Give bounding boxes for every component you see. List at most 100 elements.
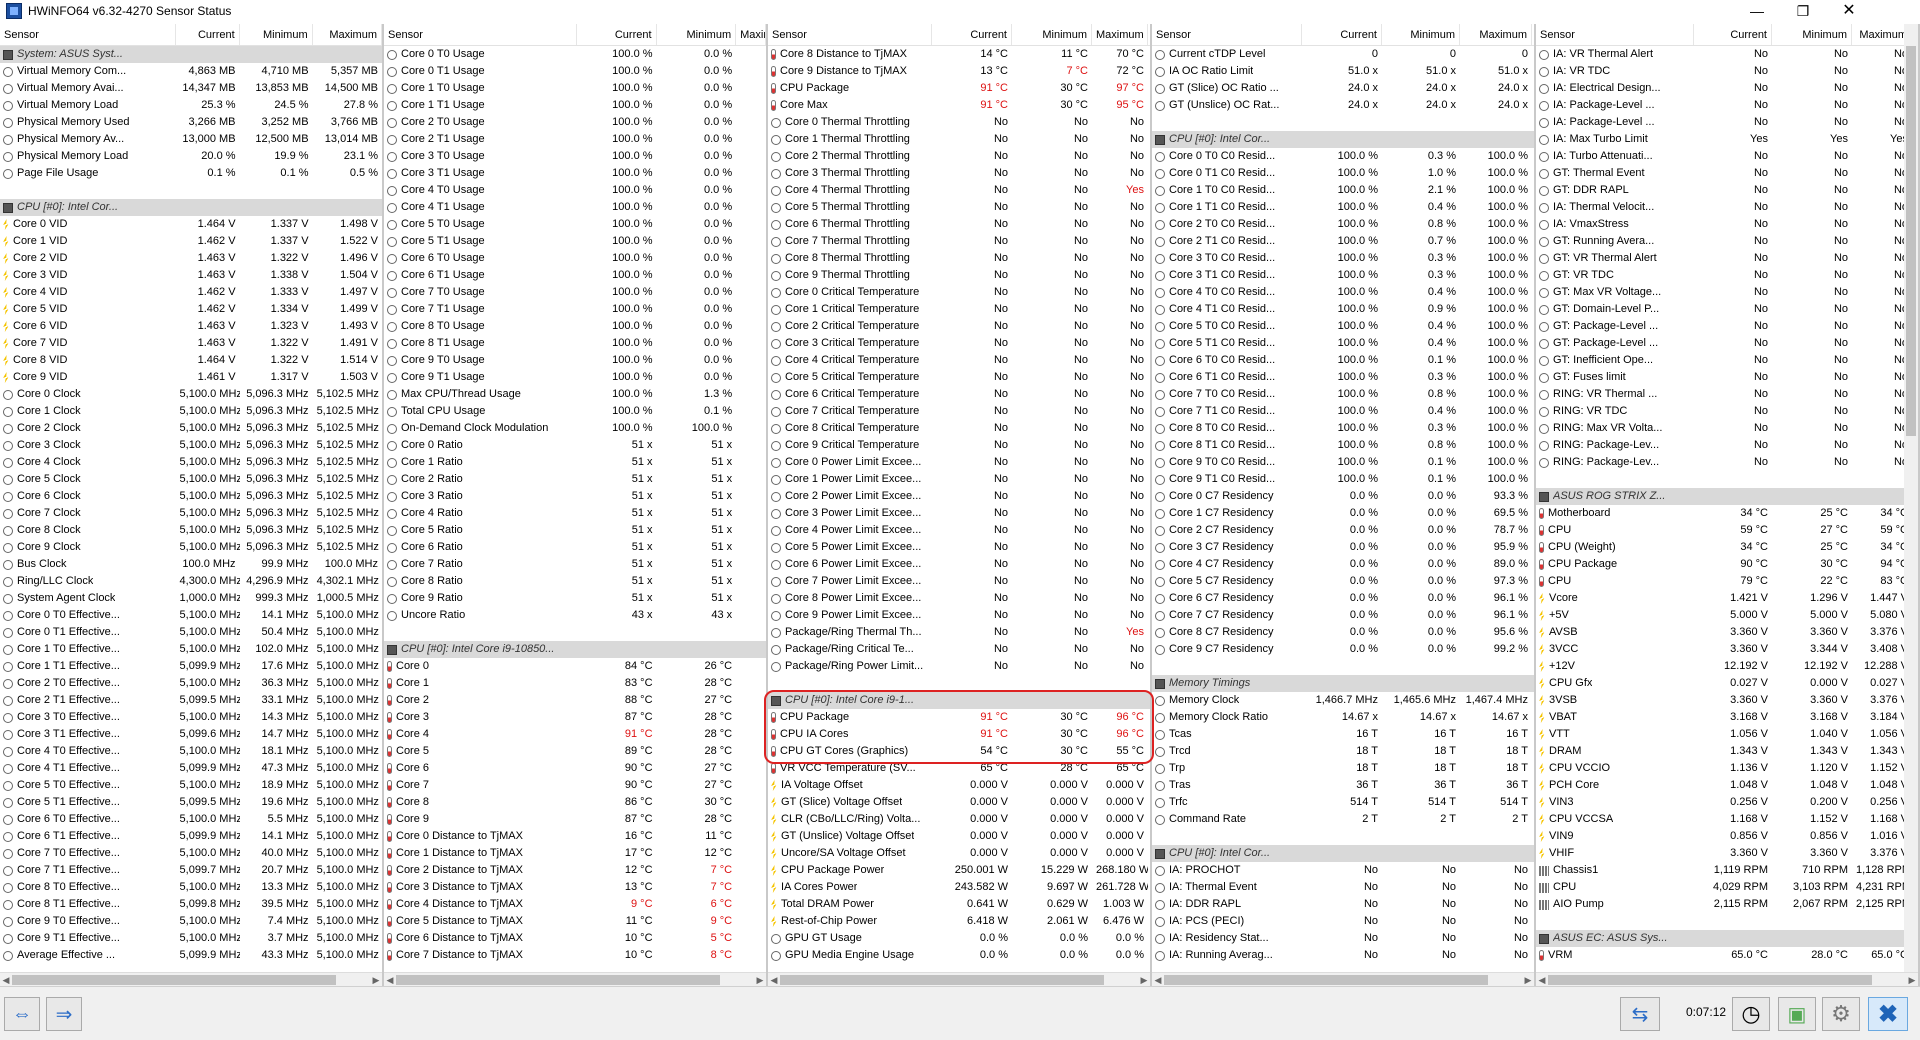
sensor-row[interactable]: Core 7 Clock 5,100.0 MHz 5,096.3 MHz 5,102.…: [0, 505, 382, 522]
sensor-row[interactable]: Core 3 T0 Usage 100.0 % 0.0 %: [384, 148, 766, 165]
sensor-row[interactable]: IA: Thermal Velocit... No No No: [1536, 199, 1918, 216]
sensor-row[interactable]: Core 9 T1 Effective... 5,100.0 MHz 3.7 MHz…: [0, 930, 382, 947]
sensor-row[interactable]: Core 9 87 °C 28 °C: [384, 811, 766, 828]
sensor-row[interactable]: CLR (CBo/LLC/Ring) Volta... 0.000 V 0.000 …: [768, 811, 1150, 828]
sensor-row[interactable]: Core 9 C7 Residency 0.0 % 0.0 % 99.2 %: [1152, 641, 1534, 658]
sensor-row[interactable]: IA Cores Power 243.582 W 9.697 W 261.728 W: [768, 879, 1150, 896]
sensor-row[interactable]: Core 5 T1 C0 Resid... 100.0 % 0.4 % 100.0 %: [1152, 335, 1534, 352]
sensor-row[interactable]: Core 3 Critical Temperature No No No: [768, 335, 1150, 352]
sensor-row[interactable]: Core 4 T1 Usage 100.0 % 0.0 %: [384, 199, 766, 216]
sensor-row[interactable]: CPU VCCIO 1.136 V 1.120 V 1.152 V: [1536, 760, 1918, 777]
sensor-row[interactable]: Core 2 Ratio 51 x 51 x: [384, 471, 766, 488]
sensor-row[interactable]: GT: Domain-Level P... No No No: [1536, 301, 1918, 318]
sensor-row[interactable]: Core 7 T0 C0 Resid... 100.0 % 0.8 % 100.0 %: [1152, 386, 1534, 403]
sensor-row[interactable]: Core 8 C7 Residency 0.0 % 0.0 % 95.6 %: [1152, 624, 1534, 641]
sensor-row[interactable]: Command Rate 2 T2 T2 T: [1152, 811, 1534, 828]
sensor-row[interactable]: RING: VR TDC No No No: [1536, 403, 1918, 420]
minimize-button[interactable]: —: [1734, 0, 1780, 22]
column-header-current[interactable]: Current: [932, 24, 1012, 45]
sensor-row[interactable]: Total DRAM Power 0.641 W 0.629 W 1.003 W: [768, 896, 1150, 913]
sensor-row[interactable]: Core 2 Power Limit Excee... No No No: [768, 488, 1150, 505]
sensor-row[interactable]: GPU GT Usage 0.0 % 0.0 % 0.0 %: [768, 930, 1150, 947]
sensor-row[interactable]: Core 3 87 °C 28 °C: [384, 709, 766, 726]
sensor-row[interactable]: Core 3 VID 1.463 V 1.338 V 1.504 V: [0, 267, 382, 284]
column-header-sensor[interactable]: Sensor: [1536, 24, 1694, 45]
sensor-row[interactable]: Core 4 T1 C0 Resid... 100.0 % 0.9 % 100.0 %: [1152, 301, 1534, 318]
sensor-row[interactable]: Core 8 Critical Temperature No No No: [768, 420, 1150, 437]
sensor-group-header[interactable]: CPU [#0]: Intel Cor...: [1152, 845, 1534, 862]
sensor-group-header[interactable]: Memory Timings: [1152, 675, 1534, 692]
sensor-row[interactable]: Package/Ring Thermal Th... No No Yes: [768, 624, 1150, 641]
horizontal-scrollbar[interactable]: ◀ ▶: [1536, 972, 1918, 986]
sensor-row[interactable]: Core 6 Critical Temperature No No No: [768, 386, 1150, 403]
sensor-row[interactable]: Core 4 Ratio 51 x 51 x: [384, 505, 766, 522]
sensor-row[interactable]: GT: Package-Level ... No No No: [1536, 335, 1918, 352]
sensor-row[interactable]: +5V 5.000 V 5.000 V 5.080 V: [1536, 607, 1918, 624]
scrollbar-thumb[interactable]: [12, 975, 336, 985]
sensor-row[interactable]: Vcore 1.421 V 1.296 V 1.447 V: [1536, 590, 1918, 607]
sensor-row[interactable]: Core 2 T0 Effective... 5,100.0 MHz 36.3 MH…: [0, 675, 382, 692]
sensor-row[interactable]: Physical Memory Load 20.0 % 19.9 % 23.1 %: [0, 148, 382, 165]
sensor-row[interactable]: Core 0 T0 C0 Resid... 100.0 % 0.3 % 100.0 %: [1152, 148, 1534, 165]
sensor-row[interactable]: Core 4 Distance to TjMAX 9 °C 6 °C: [384, 896, 766, 913]
sensor-row[interactable]: Trcd 18 T 18 T 18 T: [1152, 743, 1534, 760]
sensor-row[interactable]: Memory Clock Ratio 14.67 x 14.67 x 14.67 x: [1152, 709, 1534, 726]
sensor-row[interactable]: Core 6 T0 Usage 100.0 % 0.0 %: [384, 250, 766, 267]
sensor-row[interactable]: Uncore Ratio 43 x 43 x: [384, 607, 766, 624]
sensor-row[interactable]: Core 3 T0 Effective... 5,100.0 MHz 14.3 MH…: [0, 709, 382, 726]
sensor-row[interactable]: Core 5 C7 Residency 0.0 % 0.0 % 97.3 %: [1152, 573, 1534, 590]
sensor-row[interactable]: Virtual Memory Avai... 14,347 MB 13,853 MB…: [0, 80, 382, 97]
sensor-row[interactable]: Core 5 T1 Usage 100.0 % 0.0 %: [384, 233, 766, 250]
sensor-row[interactable]: Core 6 Clock 5,100.0 MHz 5,096.3 MHz 5,102.…: [0, 488, 382, 505]
sensor-row[interactable]: Page File Usage 0.1 % 0.1 % 0.5 %: [0, 165, 382, 182]
column-header-minimum[interactable]: Minimum: [1772, 24, 1852, 45]
sensor-row[interactable]: Core 9 Critical Temperature No No No: [768, 437, 1150, 454]
sensor-row[interactable]: GT (Slice) OC Ratio ... 24.0 x 24.0 x 24.0 …: [1152, 80, 1534, 97]
sensor-row[interactable]: Core 0 T1 Effective... 5,100.0 MHz 50.4 MH…: [0, 624, 382, 641]
sensor-row[interactable]: CPU IA Cores 91 °C 30 °C 96 °C: [768, 726, 1150, 743]
sensor-row[interactable]: Core 0 84 °C 26 °C: [384, 658, 766, 675]
sensor-row[interactable]: Tcas 16 T 16 T 16 T: [1152, 726, 1534, 743]
sensor-row[interactable]: Core 6 Distance to TjMAX 10 °C 5 °C: [384, 930, 766, 947]
sensor-row[interactable]: Core 0 Clock 5,100.0 MHz 5,096.3 MHz 5,102.…: [0, 386, 382, 403]
sensor-row[interactable]: CPU Gfx 0.027 V 0.000 V 0.027 V: [1536, 675, 1918, 692]
sensor-row[interactable]: Core 6 C7 Residency 0.0 % 0.0 % 96.1 %: [1152, 590, 1534, 607]
sensor-row[interactable]: Core 6 Ratio 51 x 51 x: [384, 539, 766, 556]
sensor-row[interactable]: Package/Ring Power Limit... No No No: [768, 658, 1150, 675]
sensor-row[interactable]: On-Demand Clock Modulation 100.0 % 100.0 %: [384, 420, 766, 437]
sensor-row[interactable]: VBAT 3.168 V 3.168 V 3.184 V: [1536, 709, 1918, 726]
sensor-row[interactable]: Core 9 VID 1.461 V 1.317 V 1.503 V: [0, 369, 382, 386]
sensor-row[interactable]: Core 6 90 °C 27 °C: [384, 760, 766, 777]
sensor-row[interactable]: RING: Max VR Volta... No No No: [1536, 420, 1918, 437]
sensor-row[interactable]: Core 5 89 °C 28 °C: [384, 743, 766, 760]
sensor-row[interactable]: Core 8 Distance to TjMAX 14 °C 11 °C 70 °C: [768, 46, 1150, 63]
scroll-right-icon[interactable]: ▶: [1906, 973, 1918, 986]
sensor-row[interactable]: Core 3 Clock 5,100.0 MHz 5,096.3 MHz 5,102.…: [0, 437, 382, 454]
sensor-row[interactable]: Core 7 T0 Effective... 5,100.0 MHz 40.0 MH…: [0, 845, 382, 862]
sensor-row[interactable]: Core 9 T1 C0 Resid... 100.0 % 0.1 % 100.0 %: [1152, 471, 1534, 488]
scroll-left-icon[interactable]: ◀: [768, 973, 780, 986]
sensor-row[interactable]: Core 3 T1 Effective... 5,099.6 MHz 14.7 MH…: [0, 726, 382, 743]
sensor-row[interactable]: Core 5 T0 C0 Resid... 100.0 % 0.4 % 100.0 %: [1152, 318, 1534, 335]
sensor-row[interactable]: Core 7 Distance to TjMAX 10 °C 8 °C: [384, 947, 766, 964]
expand-arrows-icon[interactable]: ⇔: [4, 997, 40, 1031]
sensor-row[interactable]: RING: VR Thermal ... No No No: [1536, 386, 1918, 403]
sensor-row[interactable]: Core 4 C7 Residency 0.0 % 0.0 % 89.0 %: [1152, 556, 1534, 573]
sensor-row[interactable]: Core 1 C7 Residency 0.0 % 0.0 % 69.5 %: [1152, 505, 1534, 522]
sensor-row[interactable]: Core 7 T0 Usage 100.0 % 0.0 %: [384, 284, 766, 301]
sensor-row[interactable]: Core 5 Thermal Throttling No No No: [768, 199, 1150, 216]
sensor-row[interactable]: Core 8 Power Limit Excee... No No No: [768, 590, 1150, 607]
scroll-right-icon[interactable]: ▶: [754, 973, 766, 986]
sensor-row[interactable]: Trfc 514 T 514 T 514 T: [1152, 794, 1534, 811]
sensor-row[interactable]: Core 6 Power Limit Excee... No No No: [768, 556, 1150, 573]
sensor-row[interactable]: Core 6 T1 Usage 100.0 % 0.0 %: [384, 267, 766, 284]
sensor-row[interactable]: Core 0 VID 1.464 V 1.337 V 1.498 V: [0, 216, 382, 233]
column-header-current[interactable]: Current: [176, 24, 240, 45]
sensor-row[interactable]: Core 6 T0 Effective... 5,100.0 MHz 5.5 MHz…: [0, 811, 382, 828]
sensor-row[interactable]: Core 0 Ratio 51 x 51 x: [384, 437, 766, 454]
sensor-row[interactable]: IA: Residency Stat... No No No: [1152, 930, 1534, 947]
sensor-row[interactable]: Core 3 T1 Usage 100.0 % 0.0 %: [384, 165, 766, 182]
sensor-row[interactable]: 3VCC 3.360 V 3.344 V 3.408 V: [1536, 641, 1918, 658]
sensor-row[interactable]: Core 4 Power Limit Excee... No No No: [768, 522, 1150, 539]
sensor-group-header[interactable]: System: ASUS Syst...: [0, 46, 382, 63]
